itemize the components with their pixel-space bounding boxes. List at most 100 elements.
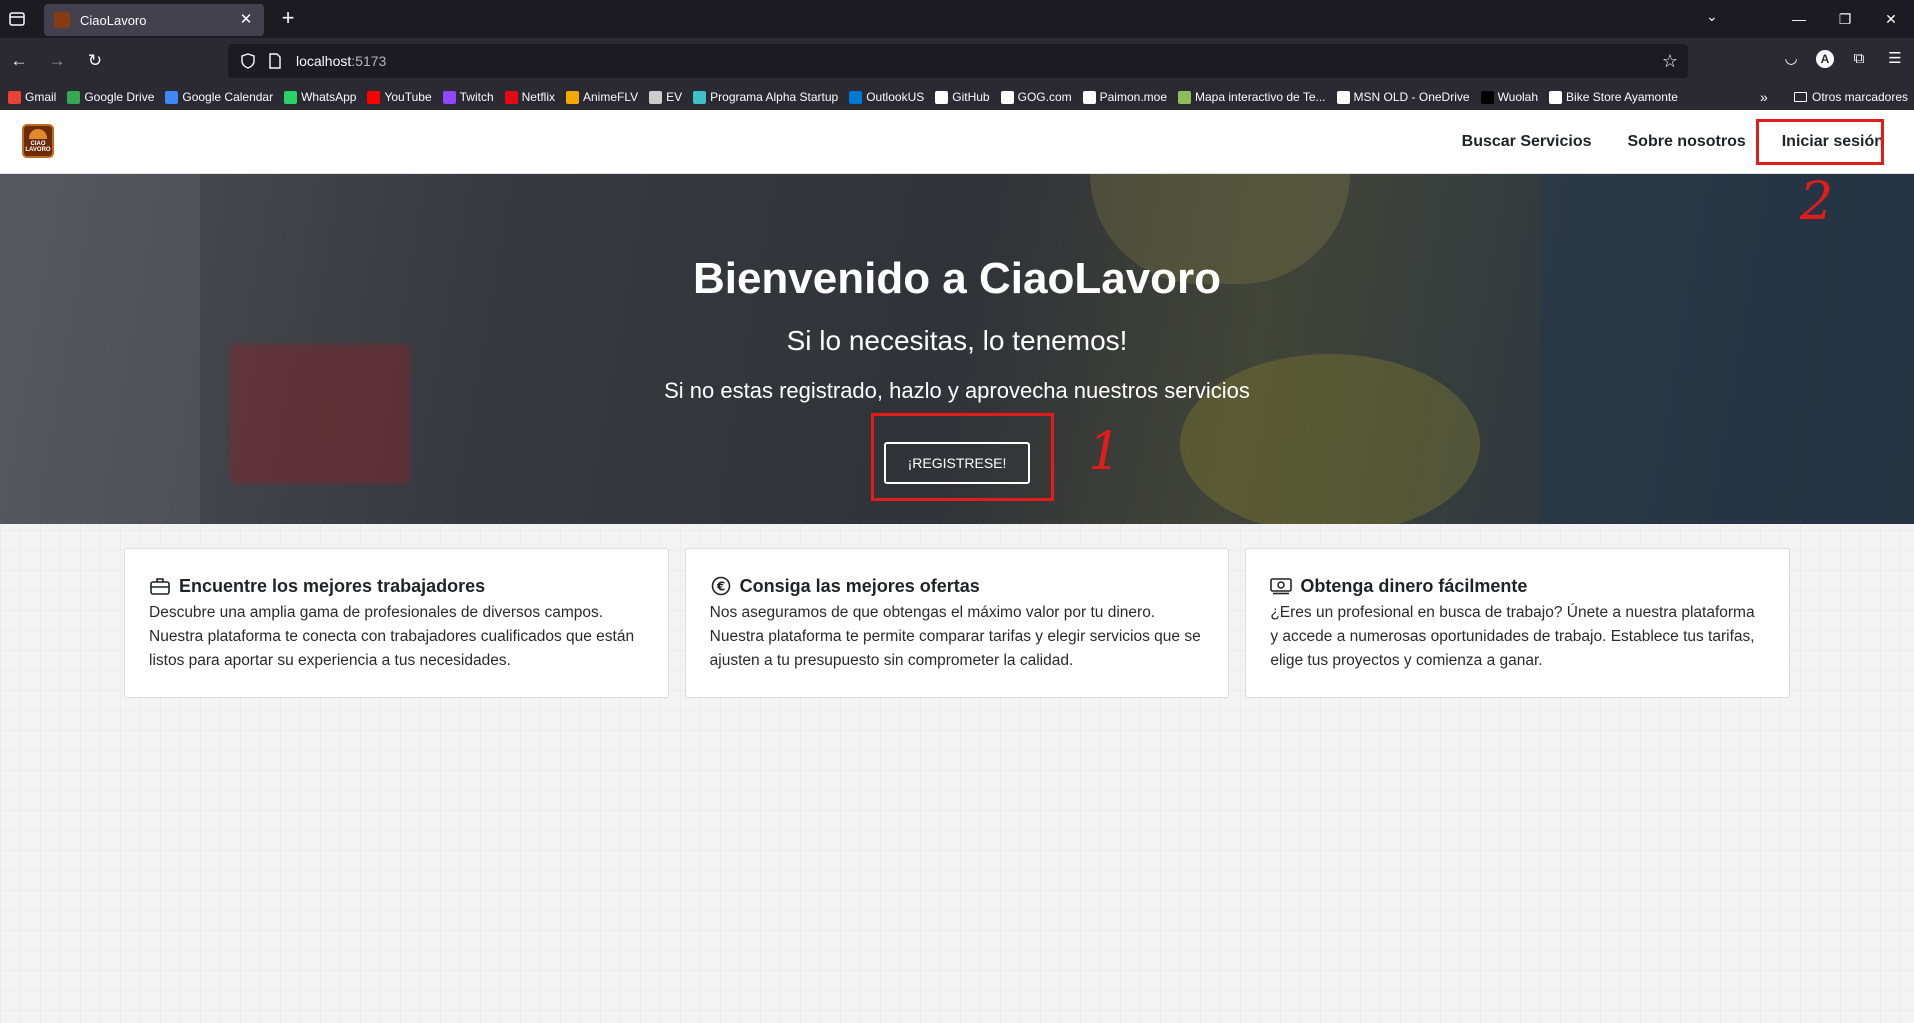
bookmark-favicon-icon (284, 90, 298, 104)
bookmark-label: AnimeFLV (582, 90, 639, 104)
bookmark-favicon-icon (165, 90, 179, 104)
folder-icon (1794, 92, 1807, 102)
browser-tab-ciaolavoro[interactable]: CiaoLavoro ✕ (44, 4, 264, 36)
bookmark-item[interactable]: EV (649, 90, 682, 104)
feature-card: Encuentre los mejores trabajadores Descu… (124, 548, 669, 698)
bookmarks-overflow-icon[interactable]: » (1760, 84, 1768, 110)
bookmark-label: Gmail (25, 90, 57, 104)
bookmark-favicon-icon (1000, 90, 1014, 104)
annotation-number-2: 2 (1800, 172, 1834, 232)
feature-title: Consiga las mejores ofertas (739, 575, 980, 596)
feature-card-head: Obtenga dinero fácilmente (1270, 575, 1765, 597)
site-favicon-icon (54, 12, 70, 28)
bookmark-label: Mapa interactivo de Te... (1195, 90, 1326, 104)
hero-text: Si no estas registrado, hazlo y aprovech… (664, 378, 1250, 403)
bookmark-favicon-icon (1480, 90, 1494, 104)
bookmark-item[interactable]: Paimon.moe (1082, 90, 1167, 104)
bookmark-item[interactable]: WhatsApp (284, 90, 356, 104)
site-header: CIAO LAVORO Buscar Servicios Sobre nosot… (0, 110, 1914, 174)
bookmark-item[interactable]: Netflix (504, 90, 555, 104)
bookmark-item[interactable]: GitHub (935, 90, 990, 104)
features-row: Encuentre los mejores trabajadores Descu… (124, 548, 1791, 698)
bookmark-favicon-icon (504, 90, 518, 104)
back-arrow-icon[interactable]: ← (8, 50, 30, 72)
bookmark-label: WhatsApp (301, 90, 357, 104)
bookmark-item[interactable]: Mapa interactivo de Te... (1178, 90, 1326, 104)
bookmark-label: EV (666, 90, 683, 104)
bookmark-label: Twitch (459, 90, 494, 104)
close-window-icon[interactable]: ✕ (1868, 11, 1914, 28)
bookmark-favicon-icon (367, 90, 381, 104)
bookmark-favicon-icon (565, 90, 579, 104)
bookmark-label: Wuolah (1497, 90, 1539, 104)
feature-title: Obtenga dinero fácilmente (1300, 575, 1528, 596)
feature-card: Obtenga dinero fácilmente ¿Eres un profe… (1245, 548, 1791, 698)
minimize-icon[interactable]: — (1776, 11, 1822, 27)
extensions-icon[interactable]: ⧉ (1848, 48, 1870, 70)
bookmark-label: YouTube (384, 90, 432, 104)
bookmarks-bar: Gmail Google Drive Google Calendar WhatsApp… (0, 84, 1914, 110)
bookmark-label: GOG.com (1017, 90, 1072, 104)
bookmark-item[interactable]: OutlookUS (849, 90, 924, 104)
new-tab-icon[interactable]: + (276, 7, 300, 31)
feature-text: Nos aseguramos de que obtengas el máximo… (709, 604, 1201, 669)
bookmark-label: Netflix (521, 90, 555, 104)
bookmark-label: Google Calendar (182, 90, 274, 104)
bookmark-item[interactable]: MSN OLD - OneDrive (1336, 90, 1470, 104)
tab-list-icon[interactable] (6, 8, 28, 30)
euro-icon: € (710, 575, 732, 597)
annotation-number-1: 1 (1088, 422, 1122, 482)
close-tab-icon[interactable]: ✕ (238, 12, 254, 28)
logo-text: CIAO LAVORO (25, 141, 51, 153)
url-bar[interactable]: localhost:5173 ☆ (228, 44, 1688, 78)
cash-icon (1270, 575, 1293, 597)
bookmark-favicon-icon (693, 90, 707, 104)
window-controls: — ❐ ✕ (1776, 0, 1914, 38)
briefcase-icon (149, 575, 171, 597)
hero-title: Bienvenido a CiaoLavoro (692, 254, 1222, 303)
bookmark-item[interactable]: Google Calendar (165, 90, 273, 104)
tracking-shield-icon (241, 53, 255, 69)
bookmark-label: Bike Store Ayamonte (1566, 90, 1678, 104)
bookmark-star-icon[interactable]: ☆ (1662, 51, 1678, 72)
ciaolavoro-logo[interactable]: CIAO LAVORO (22, 124, 54, 158)
account-icon[interactable]: A (1816, 50, 1834, 68)
feature-title: Encuentre los mejores trabajadores (179, 575, 486, 596)
bookmark-label: OutlookUS (866, 90, 925, 104)
reload-icon[interactable]: ↻ (84, 50, 106, 72)
tab-title: CiaoLavoro (80, 12, 147, 28)
bookmark-item[interactable]: YouTube (367, 90, 432, 104)
pocket-icon[interactable]: ◡ (1780, 48, 1802, 70)
other-bookmarks-label: Otros marcadores (1812, 90, 1909, 104)
bookmark-label: GitHub (952, 90, 990, 104)
annotation-box-login (1756, 119, 1884, 165)
annotation-box-register (871, 413, 1054, 501)
browser-navbar: ← → ↻ localhost:5173 ☆ ◡ A ⧉ ☰ (0, 38, 1914, 84)
bookmark-favicon-icon (1082, 90, 1096, 104)
svg-text:€: € (715, 580, 724, 594)
bookmark-item[interactable]: Google Drive (67, 90, 154, 104)
toolbar-right: ◡ A ⧉ ☰ (1780, 48, 1906, 70)
other-bookmarks[interactable]: Otros marcadores (1794, 84, 1908, 110)
url-host: localhost (296, 53, 352, 69)
page-info-icon[interactable] (268, 53, 282, 69)
bookmark-item[interactable]: AnimeFLV (565, 90, 639, 104)
bookmark-item[interactable]: Twitch (442, 90, 494, 104)
bookmark-favicon-icon (8, 90, 21, 104)
bookmark-item[interactable]: GOG.com (1000, 90, 1072, 104)
bookmark-item[interactable]: Bike Store Ayamonte (1549, 90, 1678, 104)
bookmark-item[interactable]: Gmail (8, 90, 56, 104)
browser-tabstrip: CiaoLavoro ✕ + ⌄ — ❐ ✕ (0, 0, 1914, 38)
menu-icon[interactable]: ☰ (1884, 48, 1906, 70)
forward-arrow-icon[interactable]: → (46, 50, 68, 72)
nav-about-us[interactable]: Sobre nosotros (1628, 133, 1746, 151)
bookmark-label: Google Drive (84, 90, 155, 104)
feature-card: € Consiga las mejores ofertas Nos asegur… (684, 548, 1230, 698)
chevron-down-icon[interactable]: ⌄ (1706, 8, 1718, 25)
feature-text: Descubre una amplia gama de profesionale… (149, 604, 635, 669)
nav-search-services[interactable]: Buscar Servicios (1462, 133, 1592, 151)
bookmark-item[interactable]: Programa Alpha Startup (693, 90, 838, 104)
bookmark-favicon-icon (849, 90, 863, 104)
bookmark-item[interactable]: Wuolah (1480, 90, 1539, 104)
restore-icon[interactable]: ❐ (1822, 11, 1868, 28)
